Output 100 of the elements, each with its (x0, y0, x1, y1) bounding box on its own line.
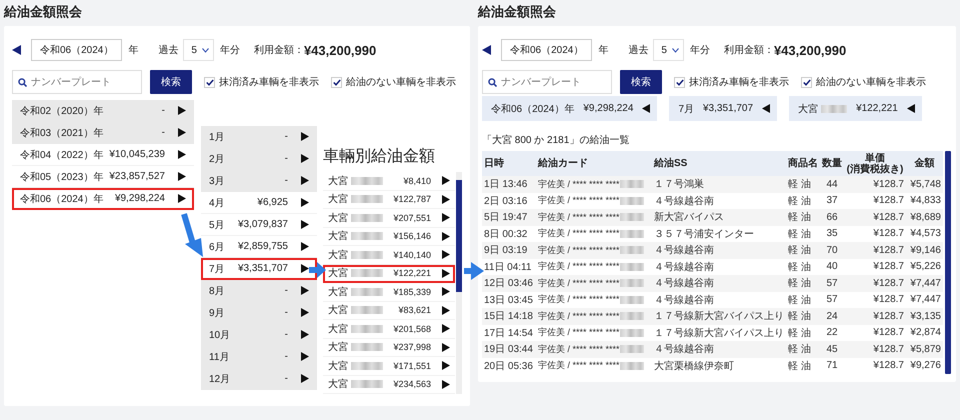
caret-left-icon[interactable] (642, 104, 650, 113)
table-cell: ４号線越谷南 (652, 192, 786, 209)
table-cell: ４号線越谷南 (652, 341, 786, 358)
section-heading: 車輛別給油金額 (323, 146, 436, 167)
caret-left-icon[interactable] (762, 104, 770, 113)
breadcrumb[interactable]: 大宮 ¥122,221 (789, 96, 922, 121)
unit-label: 年 (128, 44, 138, 57)
search-field[interactable]: ナンバープレート (12, 70, 142, 94)
table-cell: 大宮栗橋線伊奈町 (652, 358, 786, 374)
table-cell: ¥5,879 (906, 341, 943, 358)
check-icon (802, 78, 810, 86)
year-field[interactable]: 令和06（2024） (501, 39, 592, 61)
scrollbar[interactable] (456, 172, 462, 394)
table-cell: 40 (820, 258, 844, 275)
search-button[interactable]: 検索 (620, 70, 662, 94)
table-cell: 軽 油 (786, 242, 820, 258)
total-amount: ¥43,200,990 (774, 42, 846, 58)
flow-arrow (464, 262, 484, 280)
table-cell: ¥128.7 (844, 358, 906, 374)
table-cell: 軽 油 (786, 176, 820, 192)
table-cell: 宇佐美 / **** **** **** (538, 178, 620, 191)
year-field[interactable]: 令和06（2024） (31, 39, 122, 61)
table-cell: 9日 03:19 (482, 242, 536, 258)
table-cell: ¥9,276 (906, 358, 943, 374)
vehicle-item[interactable]: 大宮 ¥156,146 (323, 228, 455, 246)
checkbox[interactable] (331, 76, 342, 88)
check-icon (676, 78, 684, 86)
table-cell: 宇佐美 / **** **** **** (538, 359, 620, 372)
table-cell: 57 (820, 275, 844, 292)
search-field[interactable]: ナンバープレート (482, 70, 612, 94)
table-cell: ４号線越谷南 (652, 292, 786, 308)
caret-right-icon[interactable] (178, 150, 186, 159)
table-cell: ¥4,833 (906, 192, 943, 209)
checkbox-label: 抹消済み車輌を非表示 (689, 76, 789, 89)
redaction-blur (620, 296, 644, 304)
years-select[interactable]: 5 (653, 39, 684, 61)
table-cell: 軽 油 (786, 192, 820, 209)
table-cell: ４号線越谷南 (652, 258, 786, 275)
unit-label: 年分 (220, 44, 240, 57)
table-cell: 24 (820, 308, 844, 324)
search-icon (18, 78, 27, 87)
check-icon (206, 78, 214, 86)
caret-right-icon[interactable] (301, 198, 309, 207)
table-cell: 20日 05:36 (482, 358, 536, 374)
vehicle-item[interactable]: 大宮 ¥83,621 (323, 302, 455, 320)
breadcrumb[interactable]: 7月 ¥3,351,707 (669, 96, 778, 121)
table-cell: ¥128.7 (844, 275, 906, 292)
table-cell: 57 (820, 292, 844, 308)
table-cell: 8日 00:32 (482, 226, 536, 242)
table-cell: 12日 03:46 (482, 275, 536, 292)
years-select[interactable]: 5 (183, 39, 214, 61)
table-cell: 2日 03:16 (482, 192, 536, 209)
vehicle-item[interactable]: 大宮 ¥237,998 (323, 338, 455, 357)
past-label: 過去 (628, 44, 648, 57)
caret-right-icon[interactable] (178, 194, 186, 203)
total-amount: ¥43,200,990 (304, 42, 376, 58)
column-header: 金額 (906, 151, 943, 176)
page-title: 給油金額照会 (478, 3, 556, 21)
month-item[interactable]: 7月 ¥3,351,707 (201, 258, 317, 280)
column-header: 数量 (820, 151, 844, 176)
vehicle-item[interactable]: 大宮 ¥122,221 (323, 264, 455, 283)
scrollbar[interactable] (945, 151, 951, 374)
checkbox[interactable] (204, 76, 215, 88)
caret-left-icon[interactable] (12, 45, 21, 55)
table-cell: 1日 13:46 (482, 176, 536, 192)
table-cell: ４号線越谷南 (652, 242, 786, 258)
table-cell: 宇佐美 / **** **** **** (538, 276, 620, 290)
table-cell: ¥128.7 (844, 341, 906, 358)
checkbox[interactable] (674, 76, 685, 88)
past-label: 過去 (158, 44, 178, 57)
caret-right-icon[interactable] (301, 242, 309, 251)
caret-left-icon[interactable] (906, 104, 915, 113)
table-cell: 13日 03:45 (482, 292, 536, 308)
year-item[interactable]: 令和06（2024）年 ¥9,298,224 (12, 188, 194, 210)
table-cell: １７号線新大宮バイパス上り (652, 308, 786, 324)
table-cell: ¥9,146 (906, 242, 943, 258)
table-cell: 66 (820, 209, 844, 226)
breadcrumb[interactable]: 令和06（2024）年 ¥9,298,224 (482, 96, 658, 121)
flow-arrow (309, 262, 326, 278)
list-caption: 「大宮 800 か 2181」の給油一覧 (482, 134, 630, 145)
caret-left-icon[interactable] (482, 45, 491, 55)
column-header: 商品名 (786, 151, 820, 176)
table-cell: ¥128.7 (844, 192, 906, 209)
vehicle-item[interactable]: 大宮 ¥234,563 (323, 376, 455, 394)
caret-right-icon[interactable] (301, 264, 309, 273)
table-cell: 宇佐美 / **** **** **** (538, 244, 620, 257)
table-cell: ¥2,874 (906, 324, 943, 341)
search-button[interactable]: 検索 (150, 70, 192, 94)
column-header: 日時 (482, 151, 536, 176)
caret-right-icon[interactable] (178, 172, 186, 181)
vehicle-item[interactable]: 大宮 ¥122,787 (323, 190, 455, 209)
table-cell: 44 (820, 176, 844, 192)
table-cell: 22 (820, 324, 844, 341)
table-cell: ¥128.7 (844, 308, 906, 324)
table-cell: 宇佐美 / **** **** **** (538, 342, 620, 356)
caret-right-icon[interactable] (301, 220, 309, 229)
checkbox[interactable] (801, 76, 812, 88)
table-cell: 宇佐美 / **** **** **** (538, 194, 620, 208)
table-cell: 19日 03:44 (482, 341, 536, 358)
table-cell: 宇佐美 / **** **** **** (538, 293, 620, 306)
